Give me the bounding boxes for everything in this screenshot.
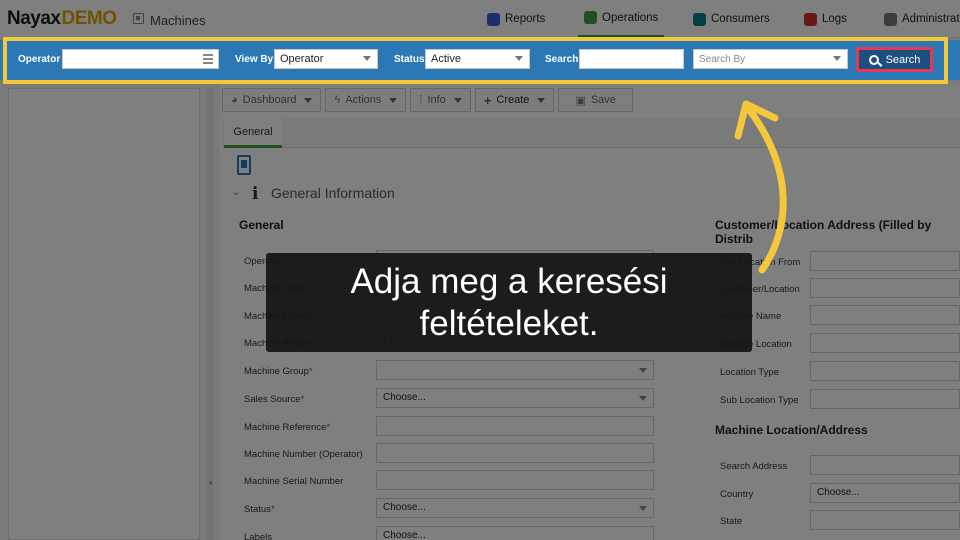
chevron-down-icon <box>363 56 371 61</box>
chevron-down-icon <box>515 56 523 61</box>
search-label: Search <box>545 54 579 65</box>
search-by-select[interactable]: Search By <box>693 49 848 69</box>
status-label: Status <box>394 54 425 65</box>
view-by-value: Operator <box>280 53 324 65</box>
list-icon[interactable] <box>203 54 213 64</box>
search-button-label: Search <box>885 53 921 66</box>
instruction-caption: Adja meg a keresési feltételeket. <box>266 253 752 352</box>
search-button[interactable]: Search <box>856 47 933 72</box>
caption-line-2: feltételeket. <box>419 303 599 343</box>
status-select[interactable]: Active <box>425 49 530 69</box>
filter-toolbar: Operator View By Operator Status Active … <box>0 40 960 80</box>
operator-input[interactable] <box>62 49 219 69</box>
chevron-down-icon <box>833 56 841 61</box>
operator-label: Operator <box>18 54 61 65</box>
search-input[interactable] <box>579 49 684 69</box>
caption-line-1: Adja meg a keresési <box>350 261 668 301</box>
view-by-select[interactable]: Operator <box>274 49 378 69</box>
search-by-placeholder: Search By <box>699 54 746 65</box>
search-icon <box>868 54 879 65</box>
curved-arrow-icon <box>734 100 787 274</box>
view-by-label: View By <box>235 54 274 65</box>
status-value: Active <box>431 53 461 65</box>
